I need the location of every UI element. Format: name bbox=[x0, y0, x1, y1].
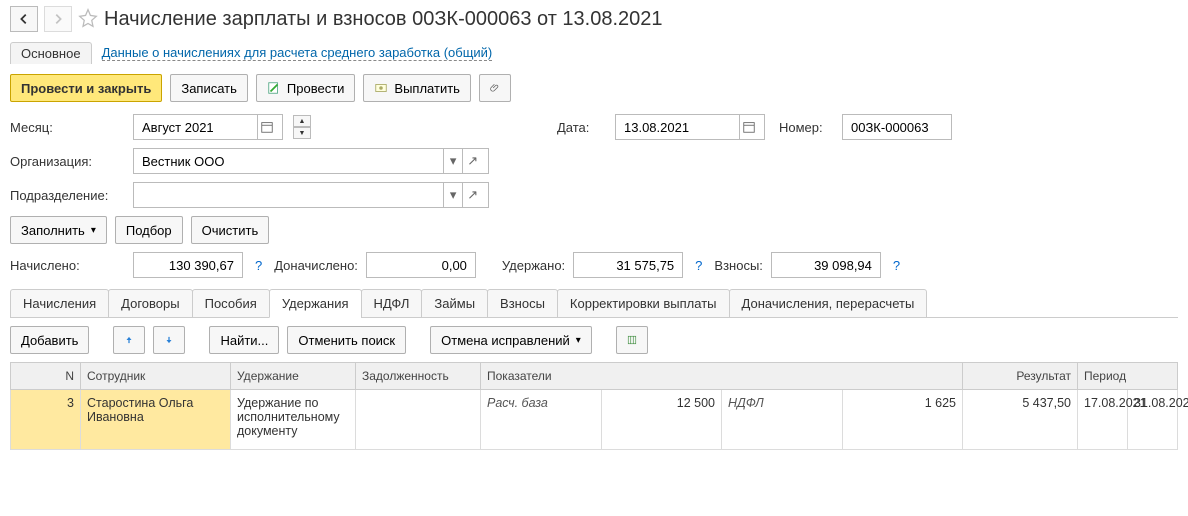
th-res[interactable]: Результат bbox=[963, 363, 1078, 390]
tab-contributions[interactable]: Взносы bbox=[487, 289, 558, 318]
tab-accruals[interactable]: Начисления bbox=[10, 289, 109, 318]
favorite-icon[interactable] bbox=[78, 8, 98, 31]
date-label: Дата: bbox=[557, 120, 607, 135]
addaccrued-label: Доначислено: bbox=[274, 258, 358, 273]
cell-pok1-value[interactable]: 12 500 bbox=[601, 390, 722, 450]
org-input[interactable] bbox=[140, 153, 443, 170]
select-button[interactable]: Подбор bbox=[115, 216, 183, 244]
cancel-search-button[interactable]: Отменить поиск bbox=[287, 326, 406, 354]
tab-withholdings[interactable]: Удержания bbox=[269, 289, 362, 318]
arrow-up-icon bbox=[124, 333, 134, 347]
th-per[interactable]: Период bbox=[1078, 363, 1178, 390]
accrued-value[interactable] bbox=[140, 257, 236, 274]
attach-button[interactable] bbox=[479, 74, 511, 102]
th-zad[interactable]: Задолженность bbox=[356, 363, 481, 390]
month-down[interactable]: ▼ bbox=[293, 127, 311, 139]
withheld-value[interactable] bbox=[580, 257, 676, 274]
find-button[interactable]: Найти... bbox=[209, 326, 279, 354]
th-n[interactable]: N bbox=[11, 363, 81, 390]
tab-recalc[interactable]: Доначисления, перерасчеты bbox=[729, 289, 928, 318]
contrib-value[interactable] bbox=[778, 257, 874, 274]
pay-button[interactable]: Выплатить bbox=[363, 74, 471, 102]
dept-open-icon[interactable]: ↗ bbox=[462, 183, 482, 207]
post-button[interactable]: Провести bbox=[256, 74, 356, 102]
top-link-avg-earnings[interactable]: Данные о начислениях для расчета среднег… bbox=[102, 45, 493, 61]
cell-zad[interactable] bbox=[356, 390, 481, 450]
cell-pok1-label[interactable]: Расч. база bbox=[481, 390, 602, 450]
cancel-fix-button[interactable]: Отмена исправлений ▾ bbox=[430, 326, 592, 354]
pay-button-label: Выплатить bbox=[394, 81, 460, 96]
post-and-close-button[interactable]: Провести и закрыть bbox=[10, 74, 162, 102]
cell-pok2-label[interactable]: НДФЛ bbox=[722, 390, 843, 450]
cell-pok2-value[interactable]: 1 625 bbox=[842, 390, 963, 450]
arrow-down-icon bbox=[164, 333, 174, 347]
th-ud[interactable]: Удержание bbox=[231, 363, 356, 390]
post-icon bbox=[267, 81, 281, 95]
org-label: Организация: bbox=[10, 154, 125, 169]
cell-res[interactable]: 5 437,50 bbox=[963, 390, 1078, 450]
number-input[interactable] bbox=[849, 119, 945, 136]
add-button[interactable]: Добавить bbox=[10, 326, 89, 354]
top-tab-main[interactable]: Основное bbox=[10, 42, 92, 64]
org-dropdown-icon[interactable]: ▾ bbox=[443, 149, 463, 173]
cell-per1[interactable]: 17.08.2021 bbox=[1078, 390, 1128, 450]
calendar-icon[interactable] bbox=[257, 115, 276, 139]
fill-button-label: Заполнить bbox=[21, 223, 85, 238]
table-row[interactable]: 3 Старостина Ольга Ивановна Удержание по… bbox=[11, 390, 1178, 450]
withheld-label: Удержано: bbox=[502, 258, 565, 273]
month-input[interactable] bbox=[140, 119, 257, 136]
move-down-button[interactable] bbox=[153, 326, 185, 354]
fill-button[interactable]: Заполнить ▾ bbox=[10, 216, 107, 244]
pay-icon bbox=[374, 81, 388, 95]
chevron-down-icon: ▾ bbox=[91, 225, 96, 236]
month-up[interactable]: ▲ bbox=[293, 115, 311, 127]
paperclip-icon bbox=[490, 81, 500, 95]
tab-benefits[interactable]: Пособия bbox=[192, 289, 270, 318]
chevron-down-icon: ▾ bbox=[576, 335, 581, 346]
cell-n[interactable]: 3 bbox=[11, 390, 81, 450]
save-button[interactable]: Записать bbox=[170, 74, 248, 102]
tab-ndfl[interactable]: НДФЛ bbox=[361, 289, 423, 318]
tab-corrections[interactable]: Корректировки выплаты bbox=[557, 289, 730, 318]
cell-ud[interactable]: Удержание по исполнительному документу bbox=[231, 390, 356, 450]
tab-loans[interactable]: Займы bbox=[421, 289, 488, 318]
date-input[interactable] bbox=[622, 119, 739, 136]
month-label: Месяц: bbox=[10, 120, 125, 135]
clear-button[interactable]: Очистить bbox=[191, 216, 270, 244]
back-button[interactable] bbox=[10, 6, 38, 32]
org-open-icon[interactable]: ↗ bbox=[462, 149, 482, 173]
move-up-button[interactable] bbox=[113, 326, 145, 354]
cell-emp[interactable]: Старостина Ольга Ивановна bbox=[81, 390, 231, 450]
contrib-label: Взносы: bbox=[714, 258, 763, 273]
contrib-help-icon[interactable]: ? bbox=[889, 258, 904, 273]
accrued-label: Начислено: bbox=[10, 258, 125, 273]
th-pok[interactable]: Показатели bbox=[481, 363, 963, 390]
post-button-label: Провести bbox=[287, 81, 345, 96]
dept-dropdown-icon[interactable]: ▾ bbox=[443, 183, 463, 207]
table-columns-icon bbox=[627, 333, 637, 347]
page-title: Начисление зарплаты и взносов 00ЗК-00006… bbox=[104, 8, 663, 31]
date-calendar-icon[interactable] bbox=[739, 115, 758, 139]
withheld-help-icon[interactable]: ? bbox=[691, 258, 706, 273]
tab-contracts[interactable]: Договоры bbox=[108, 289, 192, 318]
cell-per2[interactable]: 31.08.2021 bbox=[1128, 390, 1178, 450]
dept-input[interactable] bbox=[140, 187, 443, 204]
forward-button[interactable] bbox=[44, 6, 72, 32]
cancel-fix-label: Отмена исправлений bbox=[441, 333, 570, 348]
addaccrued-value[interactable] bbox=[373, 257, 469, 274]
th-emp[interactable]: Сотрудник bbox=[81, 363, 231, 390]
number-label: Номер: bbox=[779, 120, 834, 135]
dept-label: Подразделение: bbox=[10, 188, 125, 203]
table-settings-button[interactable] bbox=[616, 326, 648, 354]
accrued-help-icon[interactable]: ? bbox=[251, 258, 266, 273]
